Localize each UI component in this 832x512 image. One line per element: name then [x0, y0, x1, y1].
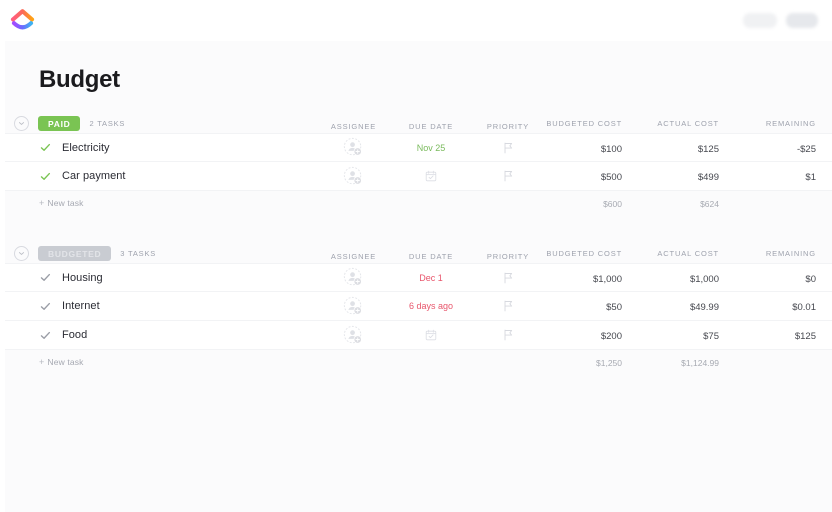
budgeted-cost[interactable]: $100	[601, 144, 622, 155]
due-date[interactable]: 6 days ago	[409, 301, 453, 311]
group-header-row: BUDGETED 3 TASKS ASSIGNEE DUE DATE PRIOR…	[5, 241, 832, 263]
column-header-actual-cost: ACTUAL COST	[657, 119, 719, 128]
due-date[interactable]: Nov 25	[417, 143, 446, 153]
table-row[interactable]: Food	[5, 321, 832, 350]
budgeted-cost[interactable]: $500	[601, 172, 622, 183]
budgeted-cost[interactable]: $1,000	[593, 274, 622, 285]
column-header-priority: PRIORITY	[470, 252, 546, 261]
actual-cost[interactable]: $75	[703, 331, 719, 342]
group-total-actual: $1,124.99	[681, 358, 719, 368]
remaining-cost[interactable]: $0	[805, 274, 816, 285]
status-badge[interactable]: BUDGETED	[38, 246, 111, 261]
table-row[interactable]: Car payment	[5, 162, 832, 191]
actual-cost[interactable]: $125	[698, 144, 719, 155]
new-task-label: New task	[47, 357, 83, 367]
column-header-assignee: ASSIGNEE	[315, 122, 392, 131]
remaining-cost[interactable]: $0.01	[792, 302, 816, 313]
top-bar	[0, 0, 832, 41]
top-placeholder-b[interactable]	[786, 13, 818, 28]
task-name[interactable]: Food	[62, 329, 87, 341]
group-label-cell: BUDGETED 3 TASKS	[5, 246, 315, 261]
task-table: PAID 2 TASKS ASSIGNEE DUE DATE PRIORITY …	[5, 111, 832, 373]
priority-flag-icon[interactable]	[503, 142, 514, 154]
left-rail	[0, 41, 5, 512]
column-header-priority: PRIORITY	[470, 122, 546, 131]
priority-flag-icon[interactable]	[503, 272, 514, 284]
new-task-button[interactable]: + New task	[39, 357, 84, 367]
task-name[interactable]: Housing	[62, 272, 103, 284]
column-header-due-date: DUE DATE	[392, 252, 470, 261]
clickup-logo-icon[interactable]	[9, 7, 36, 34]
table-row[interactable]: Housing	[5, 263, 832, 292]
plus-icon: +	[39, 357, 44, 367]
assignee-avatar-add-icon[interactable]	[343, 137, 364, 158]
chevron-down-icon[interactable]	[14, 246, 29, 261]
task-complete-check-icon[interactable]	[39, 271, 52, 284]
new-task-button[interactable]: + New task	[39, 198, 84, 208]
group-task-count: 3 TASKS	[120, 249, 156, 258]
column-header-remaining: REMAINING	[766, 119, 816, 128]
task-complete-check-icon[interactable]	[39, 300, 52, 313]
priority-flag-icon[interactable]	[503, 329, 514, 341]
app-window: Budget PAID 2 TASKS	[0, 0, 832, 512]
group-footer-row: + New task $600 $624	[5, 191, 832, 214]
due-date-calendar-icon[interactable]	[425, 170, 437, 182]
group-label: PAID 2 TASKS	[14, 116, 125, 131]
content-area: Budget PAID 2 TASKS	[5, 41, 832, 512]
assignee-avatar-add-icon[interactable]	[343, 267, 364, 288]
page-title: Budget	[5, 41, 832, 94]
assignee-avatar-add-icon[interactable]	[343, 296, 364, 317]
table-row[interactable]: Internet	[5, 292, 832, 321]
task-name[interactable]: Electricity	[62, 142, 110, 154]
group-total-budgeted: $600	[603, 199, 622, 209]
group-label-cell: PAID 2 TASKS	[5, 116, 315, 131]
group-label: BUDGETED 3 TASKS	[14, 246, 156, 261]
table-row[interactable]: Electricity	[5, 133, 832, 162]
remaining-cost[interactable]: $125	[795, 331, 816, 342]
task-name[interactable]: Internet	[62, 300, 100, 312]
column-header-budgeted-cost: BUDGETED COST	[546, 119, 622, 128]
group-footer-row: + New task $1,250 $1,124.99	[5, 350, 832, 373]
column-header-remaining: REMAINING	[766, 249, 816, 258]
remaining-cost[interactable]: $1	[805, 172, 816, 183]
chevron-down-icon[interactable]	[14, 116, 29, 131]
assignee-avatar-add-icon[interactable]	[343, 166, 364, 187]
budgeted-cost[interactable]: $200	[601, 331, 622, 342]
column-header-actual-cost: ACTUAL COST	[657, 249, 719, 258]
actual-cost[interactable]: $499	[698, 172, 719, 183]
status-badge[interactable]: PAID	[38, 116, 80, 131]
priority-flag-icon[interactable]	[503, 170, 514, 182]
task-complete-check-icon[interactable]	[39, 329, 52, 342]
actual-cost[interactable]: $1,000	[690, 274, 719, 285]
group-task-count: 2 TASKS	[89, 119, 125, 128]
due-date-calendar-icon[interactable]	[425, 329, 437, 341]
priority-flag-icon[interactable]	[503, 300, 514, 312]
task-group-budgeted: BUDGETED 3 TASKS ASSIGNEE DUE DATE PRIOR…	[5, 241, 832, 373]
group-total-budgeted: $1,250	[596, 358, 622, 368]
task-complete-check-icon[interactable]	[39, 170, 52, 183]
budgeted-cost[interactable]: $50	[606, 302, 622, 313]
plus-icon: +	[39, 198, 44, 208]
task-complete-check-icon[interactable]	[39, 141, 52, 154]
column-header-assignee: ASSIGNEE	[315, 252, 392, 261]
column-header-budgeted-cost: BUDGETED COST	[546, 249, 622, 258]
top-placeholder-a[interactable]	[743, 13, 777, 28]
due-date[interactable]: Dec 1	[419, 273, 443, 283]
actual-cost[interactable]: $49.99	[690, 302, 719, 313]
new-task-label: New task	[47, 198, 83, 208]
remaining-cost[interactable]: -$25	[797, 144, 816, 155]
group-header-row: PAID 2 TASKS ASSIGNEE DUE DATE PRIORITY …	[5, 111, 832, 133]
task-name[interactable]: Car payment	[62, 170, 126, 182]
assignee-avatar-add-icon[interactable]	[343, 325, 364, 346]
main-surface: Budget PAID 2 TASKS	[0, 41, 832, 512]
group-total-actual: $624	[700, 199, 719, 209]
task-group-paid: PAID 2 TASKS ASSIGNEE DUE DATE PRIORITY …	[5, 111, 832, 214]
column-header-due-date: DUE DATE	[392, 122, 470, 131]
